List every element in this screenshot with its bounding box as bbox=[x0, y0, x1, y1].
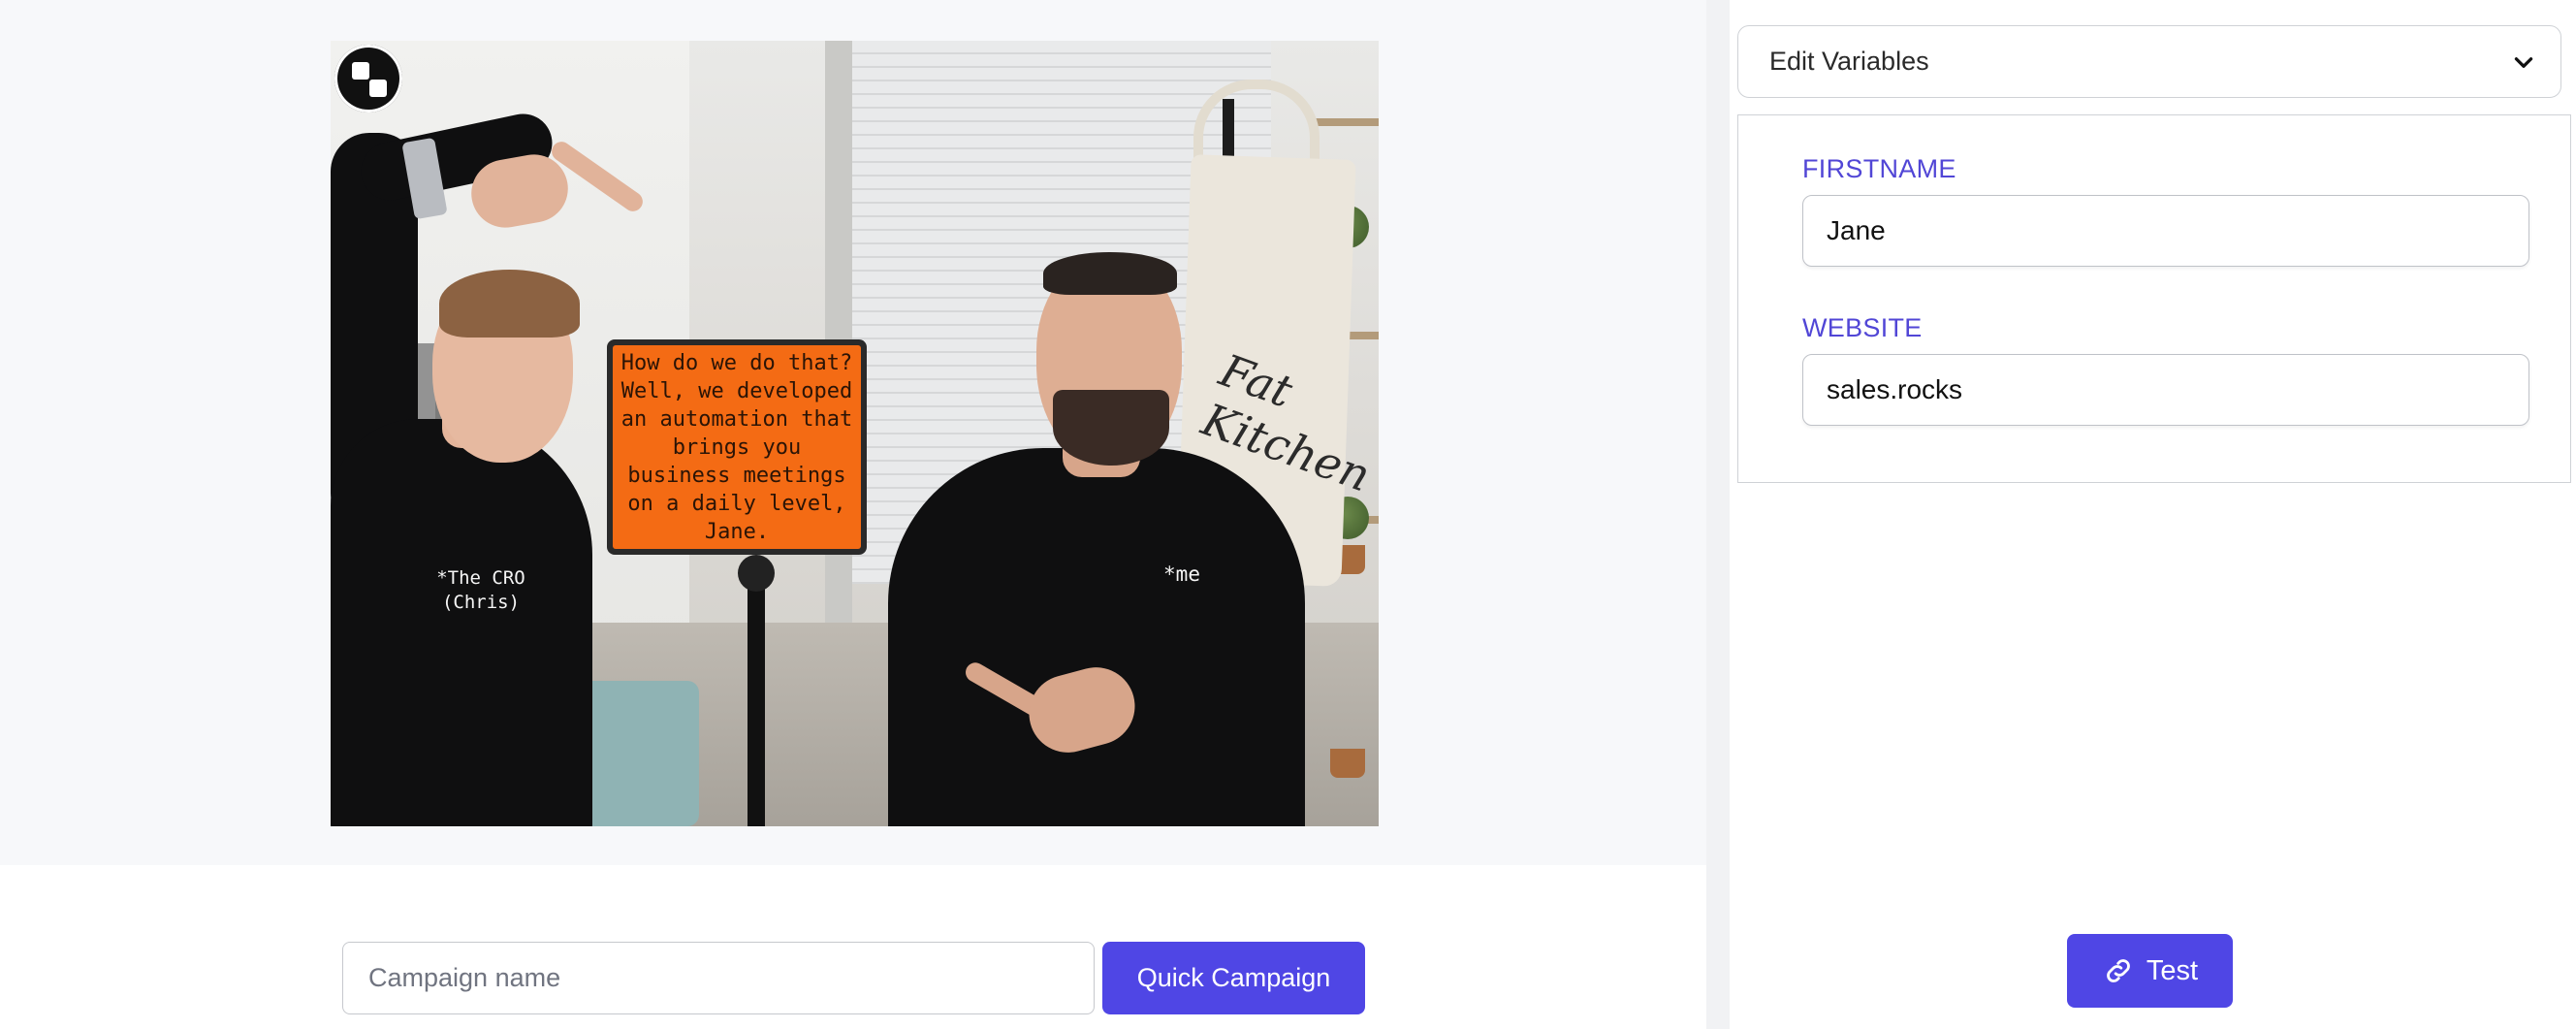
sign-text: How do we do that? Well, we developed an… bbox=[613, 345, 861, 549]
person-right-hair bbox=[1043, 252, 1177, 295]
link-icon bbox=[2102, 954, 2135, 987]
person-right-beard bbox=[1053, 390, 1169, 466]
sign-stand bbox=[747, 564, 765, 826]
person-left-body bbox=[331, 419, 592, 826]
person-left-hair bbox=[439, 270, 580, 338]
website-label: WEBSITE bbox=[1802, 313, 1923, 342]
chevron-down-icon[interactable] bbox=[2510, 48, 2537, 76]
test-button-label: Test bbox=[2146, 954, 2199, 986]
pane-divider bbox=[1706, 0, 1730, 1029]
test-button[interactable]: Test bbox=[2067, 934, 2233, 1008]
preview-pane: Fat Kitchen How do we do that? Well, we … bbox=[0, 0, 1706, 1029]
firstname-input[interactable] bbox=[1802, 195, 2529, 267]
sign-stand-clamp bbox=[738, 555, 775, 592]
variables-pane: Edit Variables FIRSTNAME WEBSITE Test bbox=[1730, 0, 2576, 1029]
quick-campaign-button[interactable]: Quick Campaign bbox=[1102, 942, 1365, 1014]
caption-cro: *The CRO (Chris) bbox=[436, 567, 525, 613]
shelf bbox=[1311, 118, 1379, 126]
firstname-label: FIRSTNAME bbox=[1802, 154, 1956, 183]
campaign-name-input[interactable] bbox=[342, 942, 1095, 1014]
person-right-body bbox=[888, 448, 1305, 826]
personalized-preview-image: Fat Kitchen How do we do that? Well, we … bbox=[331, 41, 1379, 826]
edit-variables-toggle[interactable]: Edit Variables bbox=[1737, 25, 2561, 98]
brand-logo bbox=[334, 45, 402, 113]
sign-board: How do we do that? Well, we developed an… bbox=[607, 339, 867, 555]
edit-variables-title: Edit Variables bbox=[1769, 47, 1929, 76]
caption-me: *me bbox=[1163, 563, 1200, 586]
variables-panel: FIRSTNAME WEBSITE bbox=[1737, 114, 2571, 483]
preview-area: Fat Kitchen How do we do that? Well, we … bbox=[0, 0, 1706, 865]
website-input[interactable] bbox=[1802, 354, 2529, 426]
plant-pot bbox=[1330, 749, 1365, 778]
